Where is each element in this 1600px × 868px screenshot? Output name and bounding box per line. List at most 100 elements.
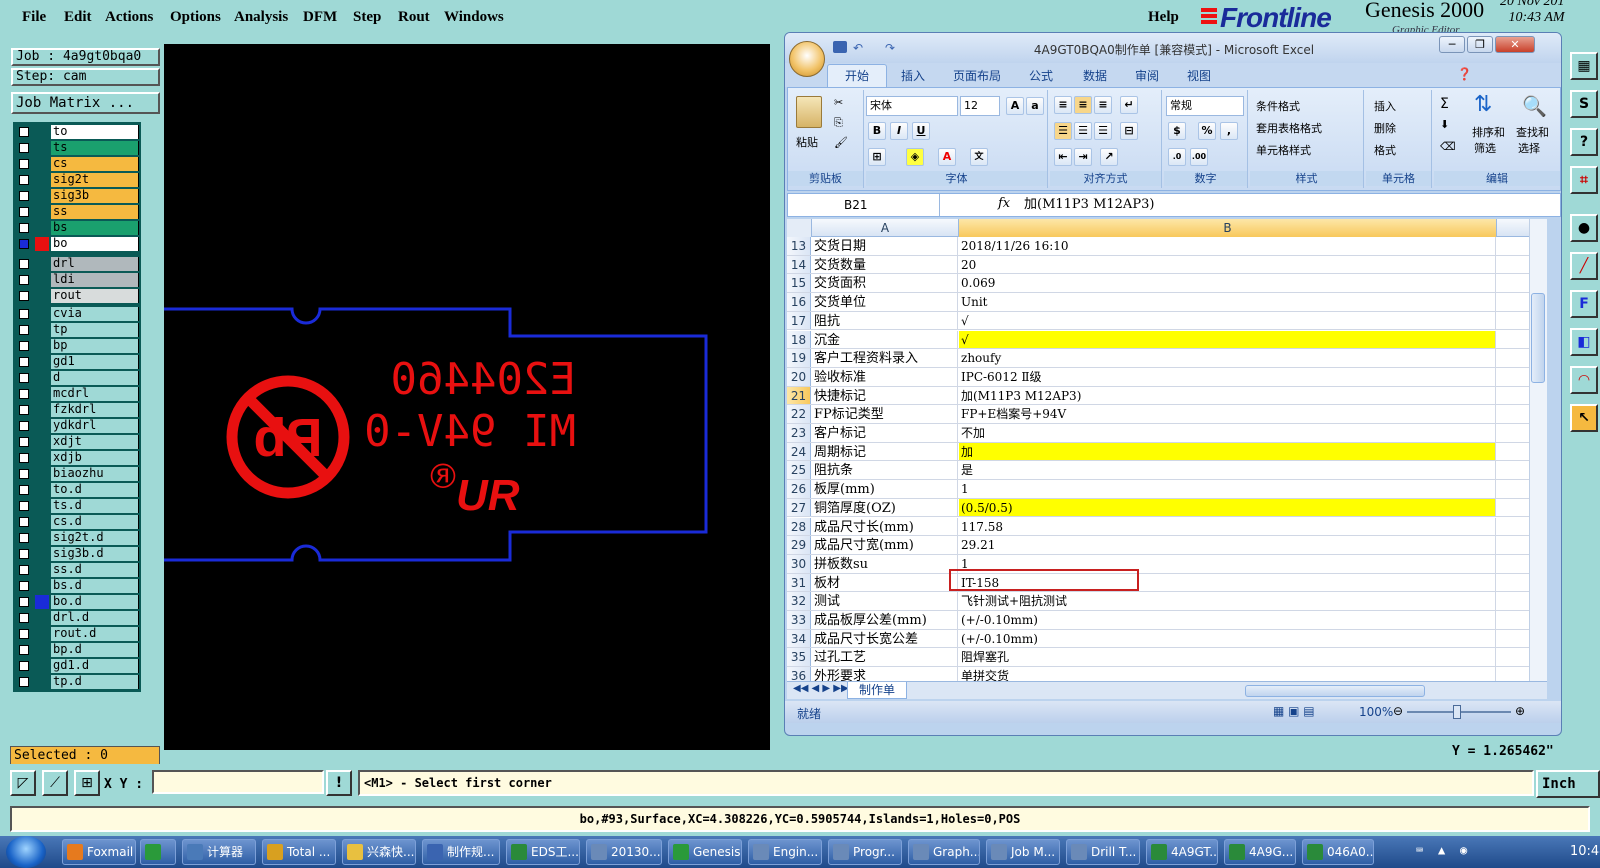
measure-icon[interactable]: ⟋ [42, 770, 68, 796]
increase-decimal-icon[interactable]: .0 [1168, 148, 1186, 166]
layer-row-drl[interactable]: drl [15, 256, 139, 272]
menu-actions[interactable]: Actions [105, 9, 153, 26]
layer-checkbox[interactable] [19, 191, 29, 201]
cell-a[interactable]: 板材 [812, 573, 958, 592]
find-select-button-line2[interactable]: 选择 [1518, 140, 1540, 156]
cell-a[interactable]: 成品板厚公差(mm) [812, 611, 958, 629]
view-mode-icon[interactable]: ▦ ▣ ▤ [1273, 704, 1315, 718]
row-number[interactable]: 30 [787, 554, 811, 573]
layer-checkbox[interactable] [19, 677, 29, 687]
layer-name[interactable]: gd1 [51, 355, 139, 369]
cell-b[interactable]: 2018/11/26 16:10 [959, 237, 1496, 255]
shape-tool-icon[interactable]: ◧ [1570, 328, 1598, 356]
layer-checkbox[interactable] [19, 373, 29, 383]
layer-name[interactable]: ss.d [51, 563, 139, 577]
taskbar-button[interactable]: 046A0... [1302, 839, 1374, 865]
layer-checkbox[interactable] [19, 453, 29, 463]
row-number[interactable]: 33 [787, 611, 811, 629]
grow-font-icon[interactable]: A [1006, 97, 1024, 115]
layer-row-ss-d[interactable]: ss.d [15, 562, 139, 578]
cell-b[interactable]: 飞针测试+阻抗测试 [959, 592, 1496, 610]
layer-row-cs[interactable]: cs [15, 156, 139, 172]
cell-b[interactable]: zhoufy [959, 349, 1496, 367]
align-middle-icon[interactable]: ≡ [1074, 96, 1092, 114]
cell-b[interactable]: 1 [959, 480, 1496, 498]
layer-name[interactable]: bo [51, 237, 139, 251]
layer-name[interactable]: tp.d [51, 675, 139, 689]
layer-checkbox[interactable] [19, 159, 29, 169]
sheet-tab[interactable]: 制作单 [847, 682, 907, 699]
units-toggle[interactable]: Inch [1536, 770, 1600, 798]
layer-checkbox[interactable] [19, 469, 29, 479]
layer-name[interactable]: bp [51, 339, 139, 353]
cell-a[interactable]: 交货数量 [812, 255, 958, 274]
layer-checkbox[interactable] [19, 341, 29, 351]
menu-analysis[interactable]: Analysis [234, 9, 288, 26]
row-number[interactable]: 24 [787, 442, 811, 461]
layer-row-to-d[interactable]: to.d [15, 482, 139, 498]
layer-checkbox[interactable] [19, 661, 29, 671]
sort-icon[interactable]: ⇅ [1474, 92, 1492, 117]
layer-row-gd1-d[interactable]: gd1.d [15, 658, 139, 674]
office-button[interactable] [789, 41, 825, 77]
cell-a[interactable]: 成品尺寸长宽公差 [812, 629, 958, 648]
font-size-select[interactable]: 12 [960, 96, 1000, 116]
cell-b[interactable]: (+/-0.10mm) [959, 611, 1496, 629]
indent-increase-icon[interactable]: ⇥ [1074, 148, 1092, 166]
layer-checkbox[interactable] [19, 309, 29, 319]
row-number[interactable]: 32 [787, 592, 811, 610]
layer-row-bp[interactable]: bp [15, 338, 139, 354]
network-icon[interactable]: ◉ [1460, 843, 1467, 857]
row-number[interactable]: 13 [787, 237, 811, 255]
layer-name[interactable]: sig3b [51, 189, 139, 203]
row-number[interactable]: 28 [787, 517, 811, 536]
layer-checkbox[interactable] [19, 533, 29, 543]
conditional-format-button[interactable]: 条件格式 [1256, 98, 1300, 114]
layer-checkbox[interactable] [19, 613, 29, 623]
undo-icon[interactable]: ↶ [853, 41, 863, 55]
paste-icon[interactable] [796, 96, 822, 128]
cell-b[interactable]: (+/-0.10mm) [959, 629, 1496, 648]
vertical-scrollbar[interactable] [1529, 219, 1547, 681]
cell-b[interactable]: 0.069 [959, 274, 1496, 293]
taskbar-button[interactable]: Drill T... [1066, 839, 1140, 865]
menu-dfm[interactable]: DFM [303, 9, 337, 26]
zoom-in-icon[interactable]: ⊕ [1515, 704, 1525, 718]
layer-checkbox[interactable] [19, 175, 29, 185]
formula-input[interactable]: 加(M11P3 M12AP3) [1024, 194, 1154, 216]
layer-checkbox[interactable] [19, 275, 29, 285]
layer-row-bs-d[interactable]: bs.d [15, 578, 139, 594]
menu-step[interactable]: Step [353, 9, 381, 26]
row-number[interactable]: 14 [787, 255, 811, 274]
horizontal-scroll-thumb[interactable] [1245, 685, 1425, 697]
maximize-icon[interactable]: ❐ [1467, 36, 1493, 53]
orientation-icon[interactable]: ↗ [1100, 148, 1118, 166]
layer-name[interactable]: ldi [51, 273, 139, 287]
paste-button[interactable]: 粘贴 [796, 134, 818, 150]
cell-b[interactable]: Unit [959, 293, 1496, 311]
layer-row-ss[interactable]: ss [15, 204, 139, 220]
layer-checkbox[interactable] [19, 357, 29, 367]
indent-decrease-icon[interactable]: ⇤ [1054, 148, 1072, 166]
cell-b[interactable]: 是 [959, 461, 1496, 480]
layer-name[interactable]: cs.d [51, 515, 139, 529]
tab-review[interactable]: 审阅 [1135, 67, 1159, 84]
taskbar-button[interactable]: Total ... [262, 839, 336, 865]
layer-checkbox[interactable] [19, 437, 29, 447]
zoom-level[interactable]: 100% [1359, 705, 1393, 719]
fx-icon[interactable]: fx [998, 196, 1010, 211]
menu-windows[interactable]: Windows [444, 9, 504, 26]
layer-name[interactable]: cvia [51, 307, 139, 321]
start-button-icon[interactable] [6, 836, 46, 868]
insert-cells-button[interactable]: 插入 [1374, 98, 1396, 114]
cell-a[interactable]: 铜箔厚度(OZ) [812, 498, 958, 517]
menu-rout[interactable]: Rout [398, 9, 430, 26]
layer-name[interactable]: drl.d [51, 611, 139, 625]
taskbar-button[interactable]: Engin... [748, 839, 822, 865]
sort-filter-button-line2[interactable]: 筛选 [1474, 140, 1496, 156]
taskbar-button[interactable]: 4A9GT... [1146, 839, 1218, 865]
layer-name[interactable]: d [51, 371, 139, 385]
cell-a[interactable]: 周期标记 [812, 442, 958, 461]
graphic-canvas[interactable]: Pb E204460 MI 94V-0 ® UR [164, 44, 770, 750]
taskbar-clock[interactable]: 10:44 [1570, 844, 1600, 859]
